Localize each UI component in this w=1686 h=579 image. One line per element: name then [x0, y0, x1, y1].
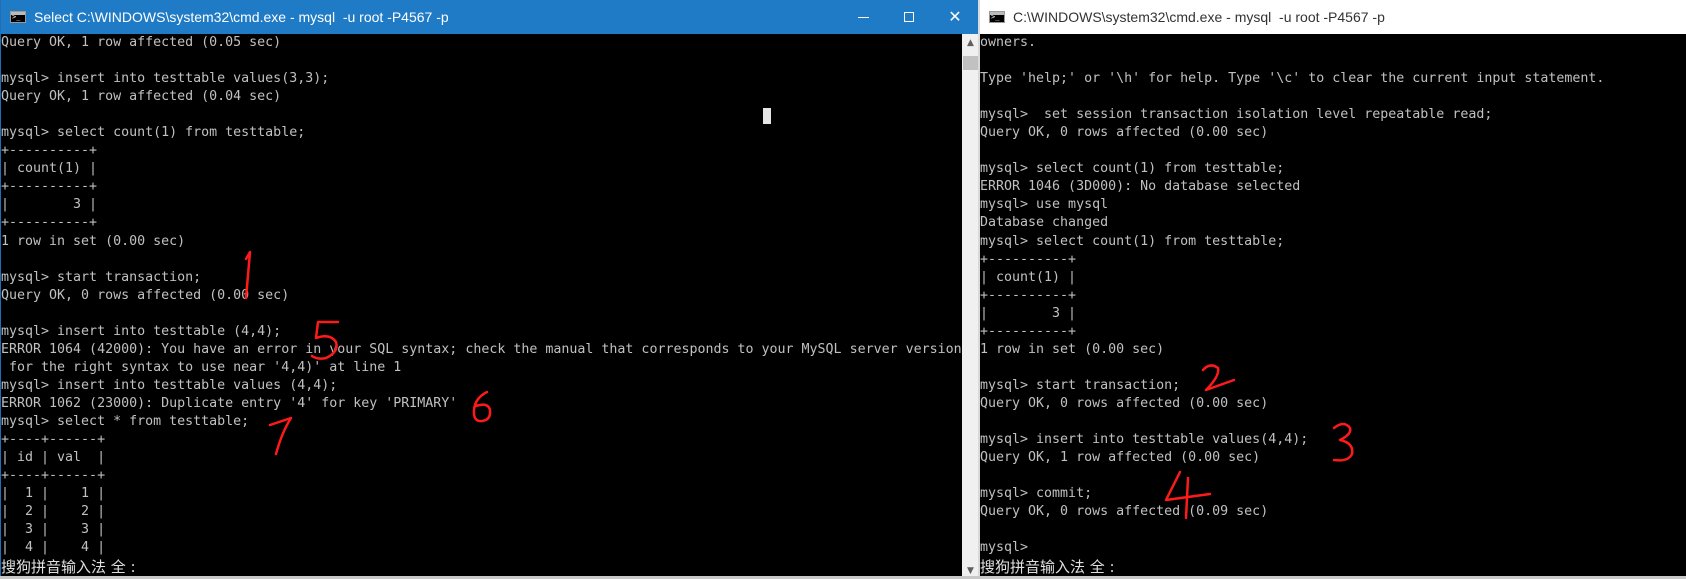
left-scrollbar[interactable]: ▲ ▼ — [962, 34, 978, 579]
console-line: ERROR 1064 (42000): You have an error in… — [1, 341, 962, 357]
console-line: ERROR 1046 (3D000): No database selected — [980, 179, 1301, 195]
console-line: Query OK, 1 row affected (0.05 sec) — [1, 35, 282, 50]
right-console-window[interactable]: C:\WINDOWS\system32\cmd.exe - mysql -u r… — [980, 0, 1686, 579]
console-line: mysql> commit; — [980, 486, 1093, 502]
right-console-output[interactable]: owners. Type 'help;' or '\h' for help. Ty… — [980, 34, 1686, 579]
console-line: owners. — [980, 35, 1037, 50]
console-line: | count(1) | — [980, 269, 1077, 285]
cmd-icon — [10, 11, 26, 23]
console-line: | 3 | 3 | — [1, 522, 106, 538]
console-line: Type 'help;' or '\h' for help. Type '\c'… — [980, 71, 1605, 87]
console-line: Query OK, 0 rows affected (0.00 sec) — [980, 125, 1269, 141]
console-line: mysql> start transaction; — [980, 377, 1181, 393]
right-ime-status: 搜狗拼音输入法 全 : — [980, 558, 1115, 576]
left-window-title: Select C:\WINDOWS\system32\cmd.exe - mys… — [34, 9, 449, 25]
console-line: Query OK, 0 rows affected (0.00 sec) — [980, 395, 1269, 411]
console-line: | count(1) | — [1, 161, 98, 177]
left-console-output[interactable]: Query OK, 1 row affected (0.05 sec) mysql… — [1, 34, 962, 579]
console-line: +----+------+ — [1, 468, 106, 484]
console-line: ERROR 1062 (23000): Duplicate entry '4' … — [1, 395, 458, 411]
console-line: Query OK, 0 rows affected (0.00 sec) — [1, 287, 290, 303]
console-line: +----------+ — [980, 323, 1077, 339]
console-line: mysql> set session transaction isolation… — [980, 107, 1493, 123]
console-line: +----+------+ — [1, 432, 106, 448]
text-cursor — [763, 108, 771, 124]
scroll-up-arrow-icon[interactable]: ▲ — [962, 34, 978, 51]
console-line: mysql> insert into testtable (4,4); — [1, 323, 282, 339]
console-line: | id | val | — [1, 450, 106, 466]
right-title-bar[interactable]: C:\WINDOWS\system32\cmd.exe - mysql -u r… — [980, 0, 1686, 34]
console-line: | 4 | 4 | — [1, 540, 106, 556]
console-line: | 2 | 2 | — [1, 504, 106, 520]
console-line: Query OK, 1 row affected (0.00 sec) — [980, 450, 1261, 466]
maximize-button[interactable] — [886, 0, 932, 34]
close-button[interactable]: ✕ — [932, 0, 978, 34]
close-icon: ✕ — [948, 9, 962, 26]
console-line: mysql> select * from testtable; — [1, 413, 250, 429]
minimize-button[interactable] — [840, 0, 886, 34]
left-ime-status: 搜狗拼音输入法 全 : — [1, 558, 136, 576]
console-line: mysql> select count(1) from testtable; — [980, 233, 1285, 249]
console-line: | 3 | — [980, 305, 1077, 321]
console-line: +----------+ — [980, 251, 1077, 267]
console-line: +----------+ — [980, 287, 1077, 303]
console-line: | 1 | 1 | — [1, 486, 106, 502]
console-line: mysql> insert into testtable values (4,4… — [1, 377, 338, 393]
console-line: +----------+ — [1, 179, 98, 195]
console-line: Query OK, 0 rows affected (0.09 sec) — [980, 504, 1269, 520]
console-line: mysql> insert into testtable values(3,3)… — [1, 71, 330, 87]
console-line: | 3 | — [1, 197, 98, 213]
console-line: +----------+ — [1, 143, 98, 159]
console-line: Database changed — [980, 215, 1109, 231]
scroll-thumb[interactable] — [963, 56, 978, 70]
left-console-window[interactable]: Select C:\WINDOWS\system32\cmd.exe - mys… — [0, 0, 978, 579]
console-line: for the right syntax to use near '4,4)' … — [1, 359, 402, 375]
minimize-icon — [857, 16, 869, 18]
left-title-bar[interactable]: Select C:\WINDOWS\system32\cmd.exe - mys… — [1, 0, 978, 34]
right-window-title: C:\WINDOWS\system32\cmd.exe - mysql -u r… — [1013, 9, 1385, 25]
console-line: 1 row in set (0.00 sec) — [980, 341, 1165, 357]
console-line: Query OK, 1 row affected (0.04 sec) — [1, 89, 282, 105]
console-line: mysql> use mysql — [980, 197, 1109, 213]
console-line: +----------+ — [1, 215, 98, 231]
console-line: 1 row in set (0.00 sec) — [1, 233, 186, 249]
cmd-icon — [989, 11, 1005, 23]
maximize-icon — [904, 12, 914, 22]
console-line: mysql> start transaction; — [1, 269, 202, 285]
console-line: mysql> select count(1) from testtable; — [980, 161, 1285, 177]
console-line: mysql> insert into testtable values(4,4)… — [980, 432, 1309, 448]
console-line: mysql> select count(1) from testtable; — [1, 125, 306, 141]
console-line: mysql> — [980, 540, 1029, 556]
